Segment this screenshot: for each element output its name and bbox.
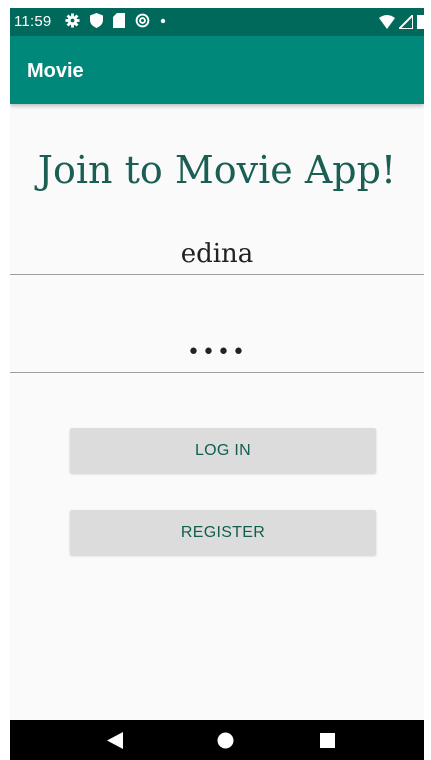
- page-title: Join to Movie App!: [37, 148, 397, 192]
- gear-icon: [65, 13, 80, 28]
- navigation-bar: [10, 720, 424, 760]
- phone-screen: 11:59 Movie Join to Movie App! edina •••…: [10, 8, 424, 760]
- wifi-icon: [379, 14, 395, 29]
- sync-icon: [135, 13, 150, 28]
- app-title: Movie: [27, 60, 84, 82]
- recents-icon[interactable]: [320, 733, 335, 748]
- status-time: 11:59: [14, 13, 52, 30]
- login-button[interactable]: LOG IN: [70, 428, 376, 473]
- battery-icon: [417, 15, 424, 29]
- sd-card-icon: [113, 13, 125, 28]
- back-icon[interactable]: [107, 732, 123, 749]
- status-icons-left: [65, 13, 166, 28]
- shield-icon: [90, 13, 103, 28]
- register-button[interactable]: REGISTER: [70, 510, 376, 555]
- dot-icon: [160, 18, 166, 24]
- status-bar: 11:59: [10, 8, 424, 36]
- app-bar: Movie: [10, 36, 424, 104]
- status-icons-right: [379, 14, 424, 29]
- home-icon[interactable]: [217, 732, 234, 749]
- signal-icon: [399, 14, 413, 29]
- username-input[interactable]: [10, 234, 424, 275]
- password-input[interactable]: [10, 332, 424, 373]
